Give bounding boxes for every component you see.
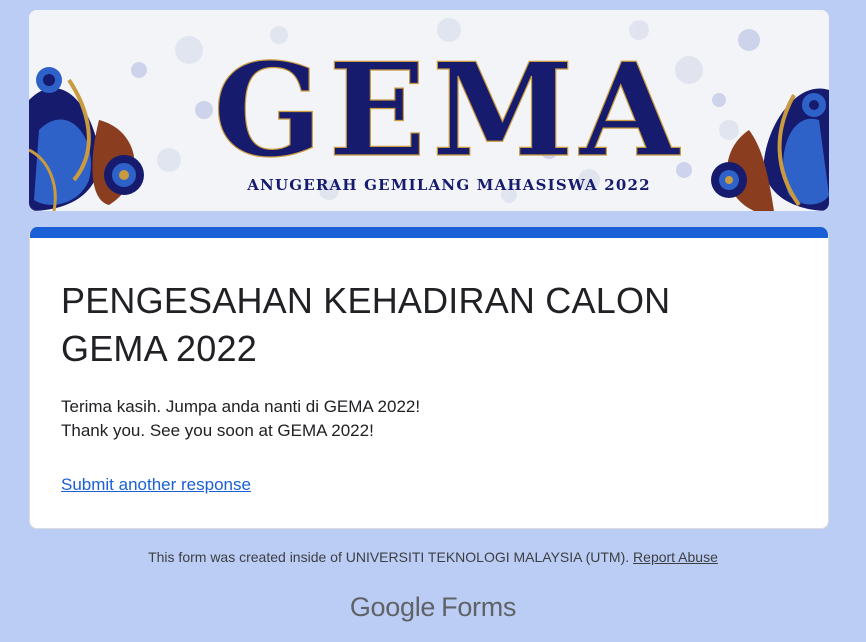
forms-wordmark: Forms <box>441 592 517 622</box>
banner-title: GEMA <box>213 36 685 186</box>
message-line-english: Thank you. See you soon at GEMA 2022! <box>61 421 374 440</box>
footer-created-text: This form was created inside of UNIVERSI… <box>148 549 630 565</box>
report-abuse-link[interactable]: Report Abuse <box>633 549 718 565</box>
banner-artwork: GEMA ANUGERAH GEMILANG MAHASISWA 2022 <box>29 10 829 211</box>
message-line-malay: Terima kasih. Jumpa anda nanti di GEMA 2… <box>61 397 421 416</box>
google-forms-logo[interactable]: Google Forms <box>0 592 866 623</box>
header-banner: GEMA ANUGERAH GEMILANG MAHASISWA 2022 <box>29 10 829 211</box>
footer-disclaimer: This form was created inside of UNIVERSI… <box>0 549 866 565</box>
card-accent-bar <box>30 227 828 238</box>
confirmation-message: Terima kasih. Jumpa anda nanti di GEMA 2… <box>61 395 420 443</box>
form-title: PENGESAHAN KEHADIRAN CALON GEMA 2022 <box>61 280 671 369</box>
google-wordmark: Google <box>349 592 436 622</box>
confirmation-card: PENGESAHAN KEHADIRAN CALON GEMA 2022 Ter… <box>29 227 829 529</box>
banner-subtitle: ANUGERAH GEMILANG MAHASISWA 2022 <box>246 176 651 194</box>
submit-another-response-link[interactable]: Submit another response <box>61 475 251 495</box>
